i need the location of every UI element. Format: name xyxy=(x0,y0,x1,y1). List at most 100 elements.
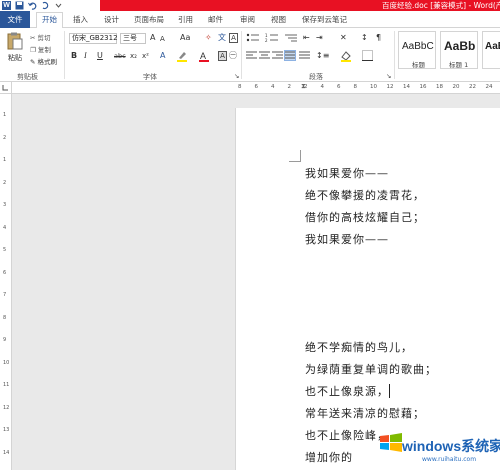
align-right-icon[interactable] xyxy=(272,51,283,63)
font-color-icon[interactable]: A xyxy=(198,50,210,65)
shrink-font-button[interactable]: A xyxy=(160,34,165,44)
style-sample: AaBb xyxy=(485,41,500,52)
style-heading-1[interactable]: AaBb 标题 1 xyxy=(440,31,478,69)
copy-button[interactable]: ❐ 复制 xyxy=(30,44,51,54)
document-line[interactable]: 为绿荫重复单调的歌曲； xyxy=(305,361,437,377)
borders-icon[interactable] xyxy=(362,50,373,64)
ruler-tick-label: 13 xyxy=(3,427,10,433)
underline-button[interactable]: U xyxy=(97,51,103,61)
style-name: 标题 xyxy=(412,61,425,69)
document-line[interactable]: 也不止像险峰， xyxy=(305,427,389,443)
phonetic-guide-icon[interactable]: 文 xyxy=(218,33,226,43)
format-painter-button[interactable]: ✎ 格式刷 xyxy=(30,56,57,66)
redo-icon[interactable] xyxy=(41,1,50,10)
style-sample: AaBbC xyxy=(402,41,434,52)
justify-icon[interactable] xyxy=(284,50,296,61)
style-heading-2[interactable]: AaBb xyxy=(482,31,500,69)
copy-label: 复制 xyxy=(37,46,51,54)
chevron-down-icon[interactable] xyxy=(54,1,63,10)
vertical-ruler[interactable]: 1 2 1 2 3 4 5 6 7 8 9 10 11 12 13 14 xyxy=(0,94,12,470)
grow-font-button[interactable]: A xyxy=(150,33,155,43)
char-border-icon[interactable]: A xyxy=(229,33,238,43)
window-title: 百度经验.doc [兼容模式] - Word(产品 xyxy=(382,1,500,10)
ruler-tick-label: 4 xyxy=(271,84,275,90)
superscript-button[interactable]: x² xyxy=(142,51,149,61)
enclose-char-icon[interactable]: ㊀ xyxy=(229,51,237,61)
ruler-tick-label: 10 xyxy=(370,84,377,90)
document-line[interactable]: 绝不像攀援的凌霄花， xyxy=(305,187,425,203)
ruler-tick-label: 2 xyxy=(3,134,7,141)
ruler-tick-label: 4 xyxy=(3,224,7,231)
paste-label: 粘贴 xyxy=(8,54,22,62)
change-case-button[interactable]: Aa xyxy=(180,33,190,43)
shading-icon[interactable] xyxy=(340,50,352,65)
strikethrough-button[interactable]: abc xyxy=(114,51,126,61)
align-center-icon[interactable] xyxy=(259,51,270,63)
ruler-tick-label: 3 xyxy=(3,202,7,208)
subscript-button[interactable]: x₂ xyxy=(130,51,137,61)
align-left-icon[interactable] xyxy=(246,51,257,63)
cut-button[interactable]: ✂ 剪切 xyxy=(30,32,51,42)
save-icon[interactable] xyxy=(15,1,24,10)
text-cursor xyxy=(389,384,390,398)
font-dialog-launcher-icon[interactable]: ↘ xyxy=(234,72,239,80)
tab-page-layout[interactable]: 页面布局 xyxy=(134,14,164,25)
tab-mailings[interactable]: 邮件 xyxy=(208,14,223,25)
sort-options-icon[interactable]: ✕ xyxy=(340,33,347,43)
char-shading-icon[interactable]: A xyxy=(218,51,227,61)
sort-icon[interactable]: ↕ xyxy=(361,33,368,43)
font-size-select[interactable]: 三号 xyxy=(120,33,146,44)
distributed-icon[interactable] xyxy=(299,51,310,63)
watermark-text: windows系统家园 xyxy=(402,438,500,454)
ruler-tick-label: 5 xyxy=(3,247,7,253)
tab-design[interactable]: 设计 xyxy=(104,14,119,25)
tab-references[interactable]: 引用 xyxy=(178,14,193,25)
text-effects-icon[interactable]: A xyxy=(160,51,165,61)
numbering-icon[interactable]: 12 xyxy=(265,33,279,46)
svg-text:A: A xyxy=(200,51,206,61)
indent-marker-icon[interactable]: ⧗ xyxy=(301,82,306,91)
document-line[interactable]: 常年送来清凉的慰藉； xyxy=(305,405,425,421)
document-line[interactable]: 借你的高枝炫耀自己； xyxy=(305,209,425,225)
ruler-tick-label: 12 xyxy=(386,84,394,90)
decrease-indent-icon[interactable]: ⇤ xyxy=(303,33,310,43)
tab-save-cloud-notes[interactable]: 保存到云笔记 xyxy=(302,14,347,25)
paste-icon xyxy=(7,32,23,50)
tab-view[interactable]: 视图 xyxy=(271,14,286,25)
tab-home[interactable]: 开始 xyxy=(36,12,63,29)
ruler-tick-label: 6 xyxy=(337,84,341,90)
ruler-tick-label: 14 xyxy=(3,449,10,456)
document-line[interactable]: 增加你的 xyxy=(305,449,353,465)
show-marks-icon[interactable]: ¶ xyxy=(376,33,381,43)
document-line[interactable]: 我如果爱你—— xyxy=(305,165,389,181)
ruler-tick-label: 10 xyxy=(3,359,10,366)
paste-button[interactable]: 粘贴 xyxy=(4,32,26,68)
ruler-corner xyxy=(0,82,12,94)
line-spacing-icon[interactable]: ↕≡ xyxy=(316,51,329,61)
document-line[interactable]: 绝不学痴情的鸟儿， xyxy=(305,339,413,355)
font-group-label: 字体 xyxy=(143,73,157,81)
tab-review[interactable]: 审阅 xyxy=(240,14,255,25)
ruler-tick-label: 8 xyxy=(3,314,7,321)
tab-insert[interactable]: 插入 xyxy=(73,14,88,25)
font-name-select[interactable]: 仿宋_GB2312 xyxy=(69,33,118,44)
highlight-icon[interactable] xyxy=(176,50,188,65)
ruler-blank xyxy=(12,82,235,94)
paragraph-group-label: 段落 xyxy=(309,73,323,81)
document-line[interactable]: 我如果爱你—— xyxy=(305,231,389,247)
document-line[interactable]: 也不止像泉源， xyxy=(305,383,389,399)
clear-format-icon[interactable]: ✧ xyxy=(205,33,212,43)
style-title[interactable]: AaBbC 标题 xyxy=(398,31,436,69)
window-title-area: 百度经验.doc [兼容模式] - Word(产品 xyxy=(100,0,500,11)
ruler-tick-label: 6 xyxy=(3,269,7,276)
increase-indent-icon[interactable]: ⇥ xyxy=(316,33,323,43)
ruler-tick-label: 24 xyxy=(485,84,493,90)
paragraph-dialog-launcher-icon[interactable]: ↘ xyxy=(386,72,391,80)
tab-file[interactable]: 文件 xyxy=(0,11,30,28)
horizontal-ruler[interactable]: 86422468101214161820222426⧗ xyxy=(235,82,500,94)
undo-icon[interactable] xyxy=(28,1,37,10)
bold-button[interactable]: B xyxy=(71,51,77,61)
italic-button[interactable]: I xyxy=(84,51,87,61)
bullets-icon[interactable] xyxy=(246,33,260,46)
multilevel-list-icon[interactable] xyxy=(284,33,298,46)
